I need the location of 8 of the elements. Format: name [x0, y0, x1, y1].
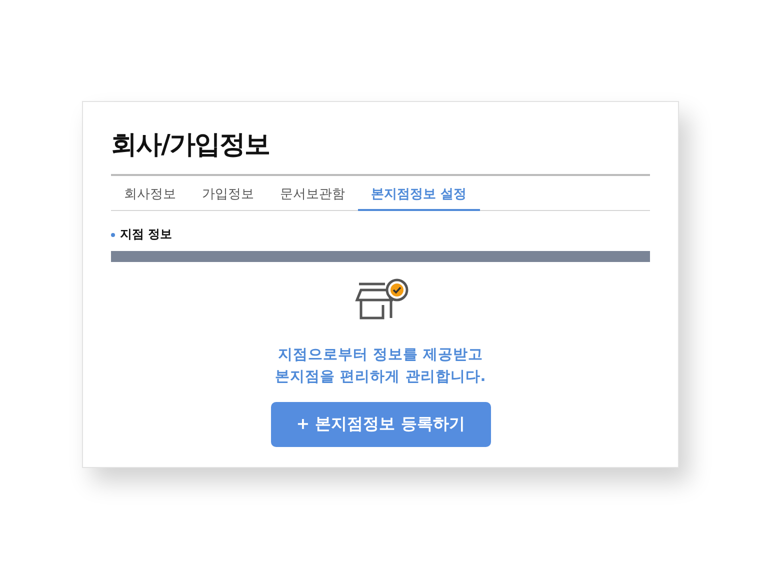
- page-title: 회사/가입정보: [111, 128, 650, 176]
- tab[interactable]: 본지점정보 설정: [358, 176, 480, 211]
- section-heading: 지점 정보: [120, 226, 172, 243]
- tab[interactable]: 회사정보: [111, 176, 189, 211]
- tab[interactable]: 문서보관함: [267, 176, 358, 211]
- tab[interactable]: 가입정보: [189, 176, 267, 211]
- description-text: 지점으로부터 정보를 제공받고 본지점을 편리하게 관리합니다.: [275, 346, 486, 387]
- bullet-icon: [111, 232, 115, 236]
